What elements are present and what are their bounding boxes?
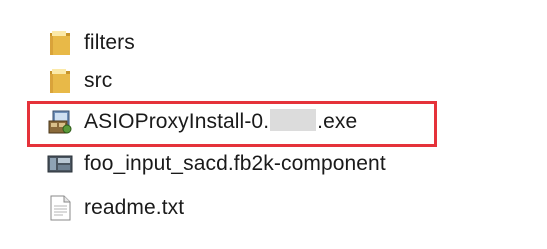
file-name: filters bbox=[84, 31, 135, 54]
folder-icon bbox=[47, 68, 73, 94]
file-list: filters src ASIOProxyInstall-0. .exe foo… bbox=[0, 0, 547, 249]
file-name: src bbox=[84, 69, 113, 92]
highlight-box bbox=[27, 101, 437, 147]
component-file-icon bbox=[47, 151, 73, 177]
file-name: foo_input_sacd.fb2k-component bbox=[84, 152, 386, 175]
file-item-readme[interactable]: readme.txt bbox=[47, 190, 184, 226]
file-item-filters[interactable]: filters bbox=[47, 25, 135, 61]
file-item-foo-input-sacd[interactable]: foo_input_sacd.fb2k-component bbox=[47, 146, 386, 182]
file-name: readme.txt bbox=[84, 196, 185, 219]
text-file-icon bbox=[47, 195, 73, 221]
folder-icon bbox=[47, 30, 73, 56]
file-item-src[interactable]: src bbox=[47, 63, 112, 99]
